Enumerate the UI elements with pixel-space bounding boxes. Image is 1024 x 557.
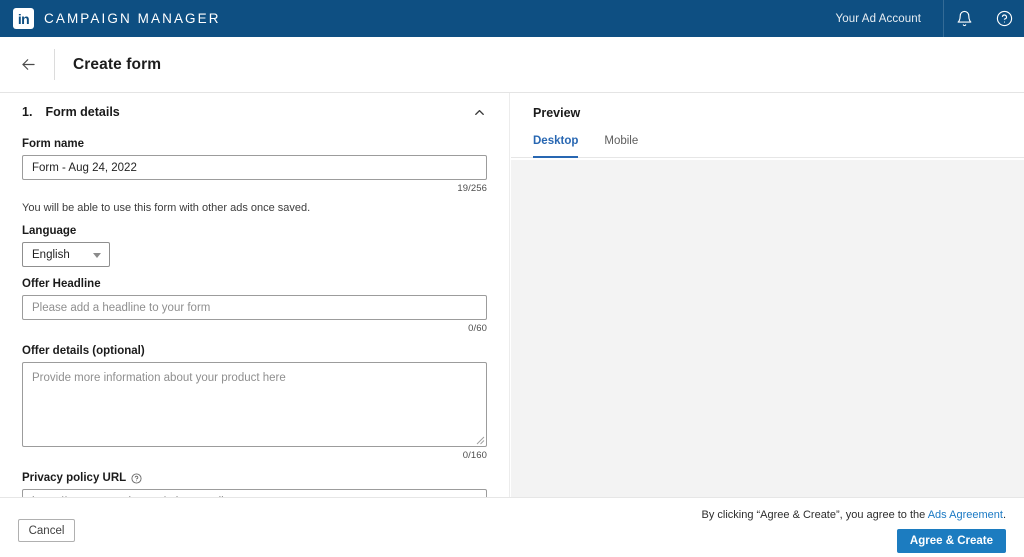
preview-canvas — [511, 160, 1024, 497]
question-circle-icon[interactable] — [131, 472, 142, 484]
form-name-counter: 19/256 — [457, 183, 487, 194]
agreement-note: By clicking “Agree & Create”, you agree … — [701, 509, 1006, 521]
privacy-policy-label: Privacy policy URL — [22, 472, 487, 484]
privacy-policy-field: Privacy policy URL https://www.example.c… — [22, 472, 487, 497]
privacy-policy-input[interactable]: https://www.example.com/privacy-policy — [22, 489, 487, 497]
page-title: Create form — [73, 55, 162, 73]
form-name-input[interactable]: Form - Aug 24, 2022 — [22, 155, 487, 180]
preview-header: Preview Desktop Mobile — [511, 93, 1024, 158]
help-icon[interactable] — [984, 0, 1024, 37]
campaign-manager-create-form-page: in CAMPAIGN MANAGER Your Ad Account Crea… — [0, 0, 1024, 557]
privacy-policy-label-text: Privacy policy URL — [22, 472, 127, 484]
offer-headline-counter: 0/60 — [468, 323, 487, 334]
tab-desktop[interactable]: Desktop — [533, 135, 579, 158]
cancel-button[interactable]: Cancel — [18, 519, 75, 542]
form-details-panel: 1. Form details Form name Form - Aug 24,… — [0, 93, 510, 497]
form-footer: Cancel By clicking “Agree & Create”, you… — [0, 497, 1024, 557]
bell-icon[interactable] — [944, 0, 984, 37]
arrow-left-icon[interactable] — [15, 52, 41, 78]
ad-account-label[interactable]: Your Ad Account — [836, 13, 943, 25]
offer-headline-label: Offer Headline — [22, 278, 101, 290]
language-select[interactable]: English — [22, 242, 110, 267]
ads-agreement-link[interactable]: Ads Agreement — [928, 509, 1003, 521]
form-name-helper-text: You will be able to use this form with o… — [22, 202, 311, 214]
titlebar-divider — [54, 49, 55, 80]
preview-title: Preview — [533, 106, 581, 120]
offer-details-label: Offer details (optional) — [22, 345, 145, 357]
language-selected-value: English — [32, 248, 70, 261]
global-header: in CAMPAIGN MANAGER Your Ad Account — [0, 0, 1024, 37]
header-right-group: Your Ad Account — [836, 0, 1024, 37]
form-details-section-header[interactable]: 1. Form details — [22, 97, 487, 127]
preview-tabs: Desktop Mobile — [533, 135, 1024, 158]
offer-details-counter: 0/160 — [462, 450, 487, 461]
brand-logo-group[interactable]: in CAMPAIGN MANAGER — [0, 8, 221, 29]
preview-panel: Preview Desktop Mobile — [511, 93, 1024, 497]
form-name-label: Form name — [22, 138, 84, 150]
brand-name-label: CAMPAIGN MANAGER — [44, 11, 221, 26]
section-number: 1. — [22, 105, 33, 119]
agreement-note-suffix: . — [1002, 509, 1006, 521]
language-label: Language — [22, 225, 77, 237]
linkedin-logo-icon: in — [13, 8, 34, 29]
form-name-field: Form name Form - Aug 24, 2022 19/256 — [22, 138, 487, 194]
agreement-note-prefix: By clicking “Agree & Create”, you agree … — [701, 509, 928, 521]
preview-tabs-underline — [511, 157, 1024, 158]
section-title: Form details — [45, 105, 120, 119]
offer-headline-field: Offer Headline Please add a headline to … — [22, 278, 487, 334]
offer-details-textarea[interactable]: Provide more information about your prod… — [22, 362, 487, 447]
offer-details-field: Offer details (optional) Provide more in… — [22, 345, 487, 461]
offer-headline-input[interactable]: Please add a headline to your form — [22, 295, 487, 320]
language-field: Language English — [22, 225, 487, 267]
agree-and-create-button[interactable]: Agree & Create — [896, 529, 1006, 553]
tab-mobile[interactable]: Mobile — [604, 135, 638, 158]
page-titlebar: Create form — [0, 37, 1024, 93]
caret-down-icon — [93, 252, 101, 258]
chevron-up-icon[interactable] — [472, 105, 487, 120]
